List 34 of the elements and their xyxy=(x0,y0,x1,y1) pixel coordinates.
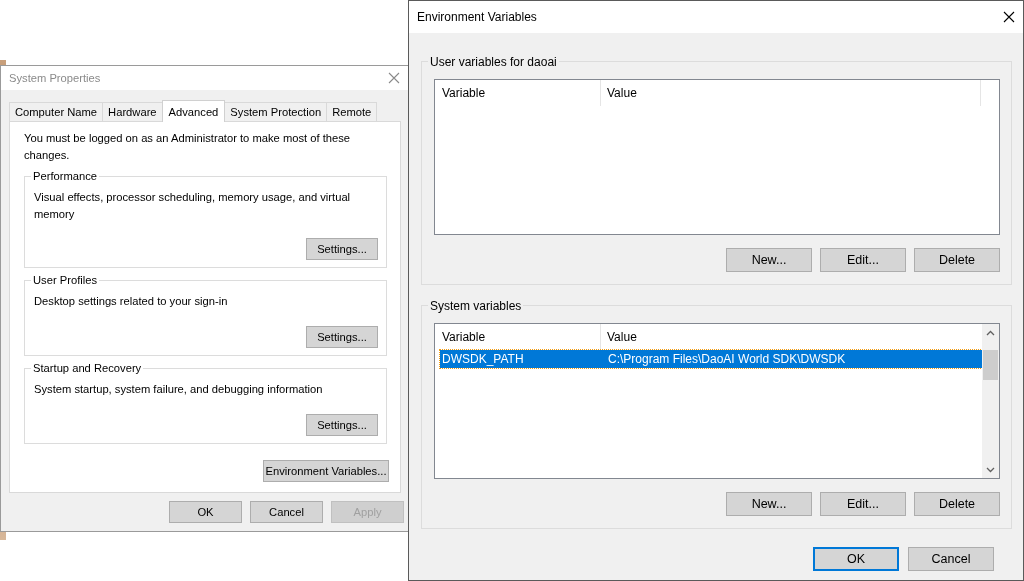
tab[interactable]: Computer Name xyxy=(9,102,104,122)
list-row[interactable]: DWSDK_PATH C:\Program Files\DaoAI World SDK\DWSDK xyxy=(440,350,982,368)
group-description: System startup, system failure, and debugging information xyxy=(34,382,324,398)
action-button[interactable]: New... xyxy=(726,248,812,272)
group-description: Desktop settings related to your sign-in xyxy=(34,294,229,310)
dialog-button[interactable]: Cancel xyxy=(908,547,994,571)
dialog-button[interactable]: Cancel xyxy=(250,501,323,523)
action-button[interactable]: New... xyxy=(726,492,812,516)
variable-value: C:\Program Files\DaoAI World SDK\DWSDK xyxy=(608,351,846,368)
settings-button[interactable]: Settings... xyxy=(306,326,378,349)
window-title: Environment Variables xyxy=(417,9,537,26)
window-title: System Properties xyxy=(9,70,101,86)
variable-name: DWSDK_PATH xyxy=(441,351,525,368)
column-header[interactable]: Variable xyxy=(435,80,601,106)
action-button[interactable]: Edit... xyxy=(820,248,906,272)
settings-button[interactable]: Settings... xyxy=(306,238,378,261)
group-description: Visual effects, processor scheduling, memory usage, and virtual memory xyxy=(34,189,352,222)
tab[interactable]: Advanced xyxy=(161,100,226,123)
column-header[interactable]: Value xyxy=(601,328,982,346)
environment-variables-button[interactable]: Environment Variables... xyxy=(263,460,389,482)
scrollbar-thumb[interactable] xyxy=(983,350,998,380)
action-button[interactable]: Delete xyxy=(914,248,1000,272)
dialog-button[interactable]: OK xyxy=(813,547,899,571)
action-button[interactable]: Delete xyxy=(914,492,1000,516)
scrollbar[interactable] xyxy=(982,324,999,478)
tab[interactable]: Remote xyxy=(326,102,378,122)
scroll-down-icon[interactable] xyxy=(986,467,995,473)
dialog-button[interactable]: OK xyxy=(169,501,242,523)
column-header[interactable]: Value xyxy=(601,84,980,102)
action-button[interactable]: Edit... xyxy=(820,492,906,516)
notice-text: You must be logged on as an Administrator to make most of these changes. xyxy=(24,131,352,163)
settings-button[interactable]: Settings... xyxy=(306,414,378,436)
close-icon[interactable] xyxy=(1003,11,1015,23)
scroll-up-icon[interactable] xyxy=(986,330,995,336)
